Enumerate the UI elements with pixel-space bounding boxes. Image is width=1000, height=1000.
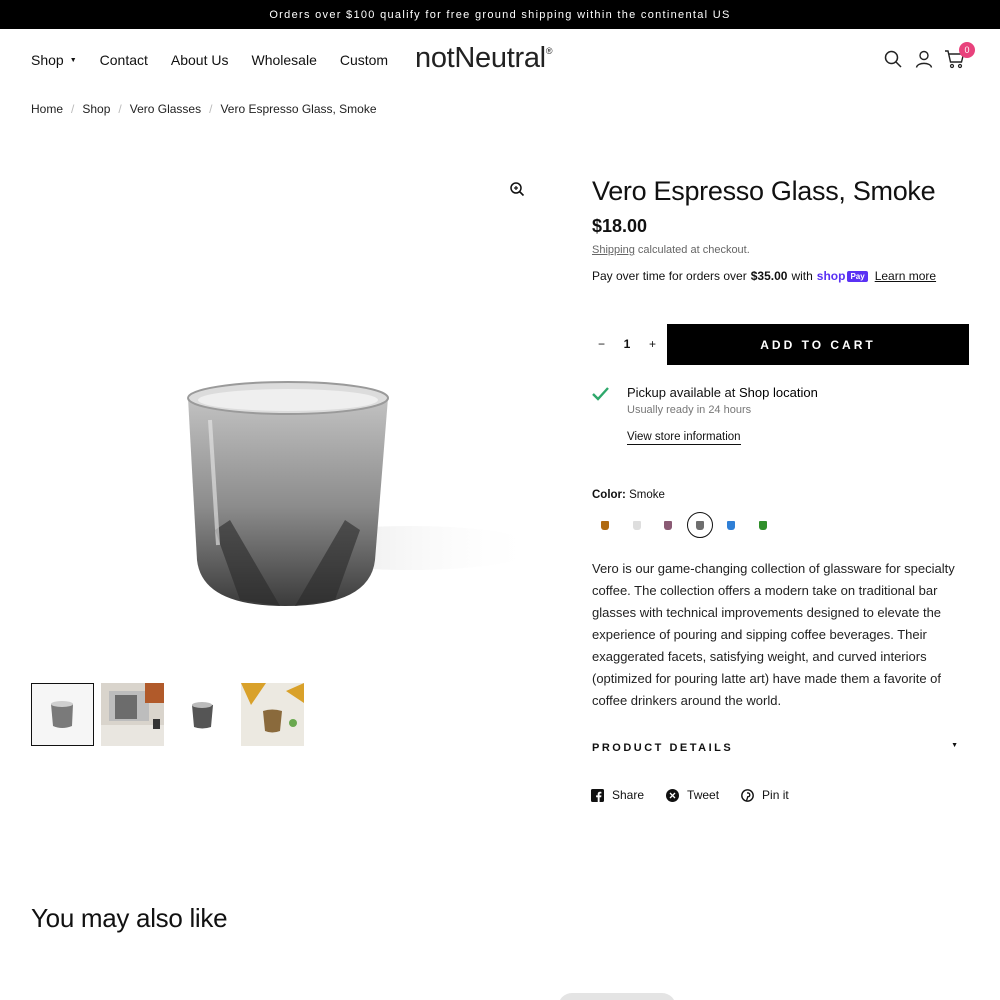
chevron-down-icon: ▼	[69, 56, 77, 64]
breadcrumb-home[interactable]: Home	[31, 102, 63, 116]
announcement-text: Orders over $100 qualify for free ground…	[269, 8, 731, 21]
nav-shop[interactable]: Shop ▼	[31, 52, 77, 68]
nav-about-label: About Us	[170, 52, 229, 68]
nav-contact-label: Contact	[99, 52, 148, 68]
product-details-toggle[interactable]: PRODUCT DETAILS ▼	[592, 742, 958, 754]
nav-shop-label: Shop	[31, 52, 64, 68]
nav-wholesale-label: Wholesale	[251, 52, 317, 68]
shipping-note: Shipping calculated at checkout.	[592, 244, 750, 256]
pickup-location: Shop location	[739, 385, 818, 400]
payover-with: with	[791, 269, 813, 283]
search-icon[interactable]	[882, 48, 904, 70]
share-label: Share	[612, 788, 645, 802]
color-swatch-blue[interactable]	[718, 512, 744, 538]
payover-text: Pay over time for orders over	[592, 269, 747, 283]
cart-icon[interactable]: 0	[944, 42, 975, 70]
qty-value[interactable]: 1	[624, 337, 631, 351]
color-swatch-green[interactable]	[750, 512, 776, 538]
account-icon[interactable]	[913, 48, 935, 70]
product-details-label: PRODUCT DETAILS	[592, 742, 734, 754]
related-product-image-peek[interactable]	[558, 993, 676, 1000]
zoom-in-icon[interactable]	[509, 181, 525, 197]
shoppay-brand: shop	[816, 269, 846, 283]
shipping-link[interactable]: Shipping	[592, 244, 635, 256]
color-label: Color: Smoke	[592, 489, 665, 501]
related-products-heading: You may also like	[31, 903, 228, 933]
thumbnail-2[interactable]	[101, 683, 164, 746]
breadcrumb: Home / Shop / Vero Glasses / Vero Espres…	[31, 102, 377, 116]
pickup-ready-time: Usually ready in 24 hours	[627, 404, 752, 416]
color-swatch-pink[interactable]	[655, 512, 681, 538]
color-selected-value: Smoke	[629, 489, 665, 501]
breadcrumb-current: Vero Espresso Glass, Smoke	[220, 102, 377, 116]
glass-swatch-icon	[664, 520, 672, 530]
thumbnail-1[interactable]	[31, 683, 94, 746]
glass-swatch-icon	[695, 520, 704, 530]
share-facebook-button[interactable]: Share	[591, 788, 644, 802]
main-nav: Shop ▼ Contact About Us Wholesale Custom	[31, 52, 411, 68]
glass-swatch-icon	[758, 520, 767, 530]
qty-minus-button[interactable]: −	[598, 337, 605, 351]
header-icons: 0	[873, 42, 975, 70]
share-pinterest-button[interactable]: Pin it	[741, 788, 789, 802]
add-to-cart-button[interactable]: ADD TO CART	[667, 324, 969, 365]
tweet-label: Tweet	[687, 788, 720, 802]
glass-swatch-icon	[601, 520, 609, 530]
breadcrumb-vero-glasses[interactable]: Vero Glasses	[130, 102, 201, 116]
shop-pay-logo: shop Pay	[817, 269, 868, 283]
breadcrumb-separator: /	[209, 102, 213, 116]
shipping-text: calculated at checkout.	[634, 244, 750, 256]
nav-contact[interactable]: Contact	[100, 52, 148, 68]
color-swatch-amber[interactable]	[592, 512, 618, 538]
x-icon	[666, 788, 680, 802]
pickup-availability: Pickup available at Shop location	[627, 385, 818, 400]
pin-label: Pin it	[762, 788, 789, 802]
product-image[interactable]	[170, 370, 540, 620]
checkmark-icon	[590, 384, 610, 404]
pinterest-icon	[741, 788, 754, 802]
facebook-icon	[591, 788, 604, 802]
site-logo[interactable]: notNeutral®	[415, 42, 552, 75]
color-label-key: Color:	[592, 489, 626, 501]
breadcrumb-separator: /	[118, 102, 122, 116]
color-swatch-smoke[interactable]	[686, 512, 713, 538]
thumbnail-3[interactable]	[171, 683, 234, 746]
nav-wholesale[interactable]: Wholesale	[251, 52, 316, 68]
registered-mark: ®	[545, 46, 553, 56]
learn-more-link[interactable]: Learn more	[875, 269, 936, 283]
product-price: $18.00	[592, 216, 648, 236]
nav-custom-label: Custom	[339, 52, 389, 68]
glass-swatch-icon	[727, 520, 735, 530]
pickup-prefix: Pickup available at	[627, 385, 740, 400]
color-swatch-clear[interactable]	[624, 512, 650, 538]
announcement-bar: Orders over $100 qualify for free ground…	[0, 0, 1000, 29]
quantity-stepper: − 1 +	[592, 334, 662, 354]
product-description: Vero is our game-changing collection of …	[592, 561, 955, 708]
glass-swatch-icon	[632, 520, 641, 530]
shoppay-badge: Pay	[847, 270, 868, 282]
payover-amount: $35.00	[750, 269, 788, 283]
color-swatches	[592, 512, 781, 538]
share-x-button[interactable]: Tweet	[666, 788, 719, 802]
cart-count-badge: 0	[959, 42, 975, 58]
view-store-info-link[interactable]: View store information	[627, 431, 741, 445]
logo-text: notNeutral	[415, 42, 546, 74]
installments-note: Pay over time for orders over $35.00 wit…	[592, 269, 936, 283]
social-share: Share Tweet Pin it	[591, 788, 811, 802]
caret-down-icon: ▼	[951, 742, 958, 749]
product-title: Vero Espresso Glass, Smoke	[592, 176, 936, 206]
thumbnail-strip	[31, 683, 311, 746]
breadcrumb-shop[interactable]: Shop	[82, 102, 110, 116]
breadcrumb-separator: /	[71, 102, 75, 116]
nav-custom[interactable]: Custom	[340, 52, 388, 68]
qty-plus-button[interactable]: +	[649, 337, 656, 351]
thumbnail-4[interactable]	[241, 683, 304, 746]
nav-about[interactable]: About Us	[171, 52, 229, 68]
